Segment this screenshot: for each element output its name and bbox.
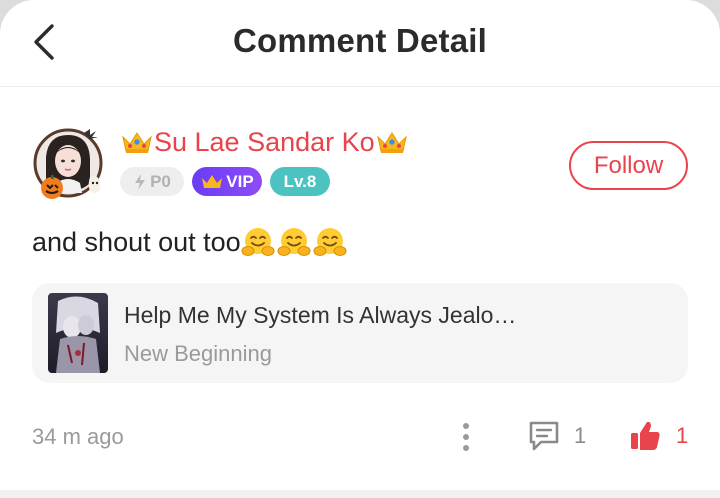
book-cover-image — [48, 293, 108, 373]
level-badge: Lv.8 — [270, 167, 330, 196]
hugging-face-emoji — [277, 228, 311, 256]
username-row[interactable]: Su Lae Sandar Ko — [120, 124, 409, 160]
more-options-button[interactable] — [452, 418, 480, 456]
follow-button[interactable]: Follow — [569, 141, 688, 190]
user-badges: P0 VIP Lv.8 — [120, 167, 330, 196]
comment-icon — [529, 421, 559, 451]
username: Su Lae Sandar Ko — [154, 126, 375, 157]
hugging-face-emoji — [313, 228, 347, 256]
header: Comment Detail — [0, 0, 720, 87]
power-badge: P0 — [120, 167, 184, 196]
page-title: Comment Detail — [232, 22, 487, 59]
avatar-image — [33, 128, 103, 199]
vip-badge: VIP — [192, 167, 262, 196]
book-cover — [48, 293, 108, 373]
book-title: Help Me My System Is Always Jealo… — [124, 302, 517, 328]
hugging-face-emoji — [241, 228, 275, 256]
comment-detail-screen: Comment Detail Su Lae Sandar Ko P0 VIP L… — [0, 0, 720, 498]
timestamp: 34 m ago — [32, 424, 124, 449]
book-chapter: New Beginning — [124, 341, 272, 366]
lightning-icon — [135, 173, 146, 190]
emoji-group — [241, 226, 347, 258]
like-button[interactable]: 1 — [628, 416, 690, 456]
crown-icon — [202, 174, 223, 188]
bottom-divider — [0, 490, 720, 498]
book-card[interactable]: Help Me My System Is Always Jealo… New B… — [32, 283, 688, 383]
comment-text: and shout out too — [32, 226, 241, 257]
thumbs-up-icon — [631, 421, 660, 450]
comment-body: and shout out too — [32, 224, 347, 260]
crown-icon — [376, 132, 407, 153]
crown-icon — [122, 132, 152, 153]
reply-count: 1 — [574, 423, 587, 448]
more-vertical-icon — [463, 423, 469, 451]
like-count: 1 — [676, 423, 689, 448]
reply-button[interactable]: 1 — [526, 416, 592, 456]
avatar[interactable] — [32, 127, 108, 203]
